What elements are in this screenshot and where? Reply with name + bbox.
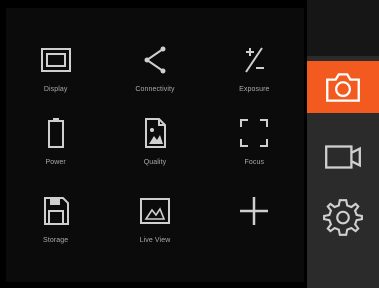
menu-item-storage[interactable]: Storage [6, 191, 105, 282]
menu-item-label: Storage [43, 236, 69, 244]
photo-mode-button[interactable] [307, 61, 379, 113]
video-mode-button[interactable] [307, 132, 379, 182]
gear-icon [323, 199, 363, 236]
menu-item-add[interactable] [205, 191, 304, 282]
menu-item-label: Power [45, 159, 66, 167]
menu-item-power[interactable]: Power [6, 99, 105, 190]
storage-icon [43, 196, 69, 225]
camera-menu-screen: Display Connectivity Exposure Power Qual… [0, 0, 379, 288]
quality-icon [144, 118, 166, 149]
add-icon [240, 196, 269, 225]
mode-sidebar [307, 0, 379, 288]
video-camera-icon [325, 145, 361, 169]
menu-item-focus[interactable]: Focus [205, 99, 304, 190]
menu-item-quality[interactable]: Quality [105, 99, 204, 190]
menu-item-exposure[interactable]: Exposure [205, 8, 304, 99]
menu-item-label: Focus [244, 159, 265, 167]
battery-icon [47, 118, 64, 149]
menu-item-connectivity[interactable]: Connectivity [105, 8, 204, 99]
live-view-icon [139, 197, 170, 224]
sidebar-top-area [307, 0, 379, 56]
menu-grid: Display Connectivity Exposure Power Qual… [6, 8, 304, 282]
settings-button[interactable] [307, 192, 379, 242]
focus-icon [240, 119, 269, 148]
menu-item-live-view[interactable]: Live View [105, 191, 204, 282]
menu-item-label: Connectivity [135, 86, 175, 93]
menu-item-label: Quality [143, 159, 167, 167]
menu-item-label: Display [43, 86, 68, 93]
menu-item-label: Live View [139, 236, 171, 244]
menu-item-label: Exposure [239, 86, 270, 93]
camera-icon [326, 73, 360, 102]
display-icon [40, 48, 71, 72]
exposure-icon [245, 47, 265, 73]
share-icon [144, 46, 166, 74]
menu-item-display[interactable]: Display [6, 8, 105, 99]
